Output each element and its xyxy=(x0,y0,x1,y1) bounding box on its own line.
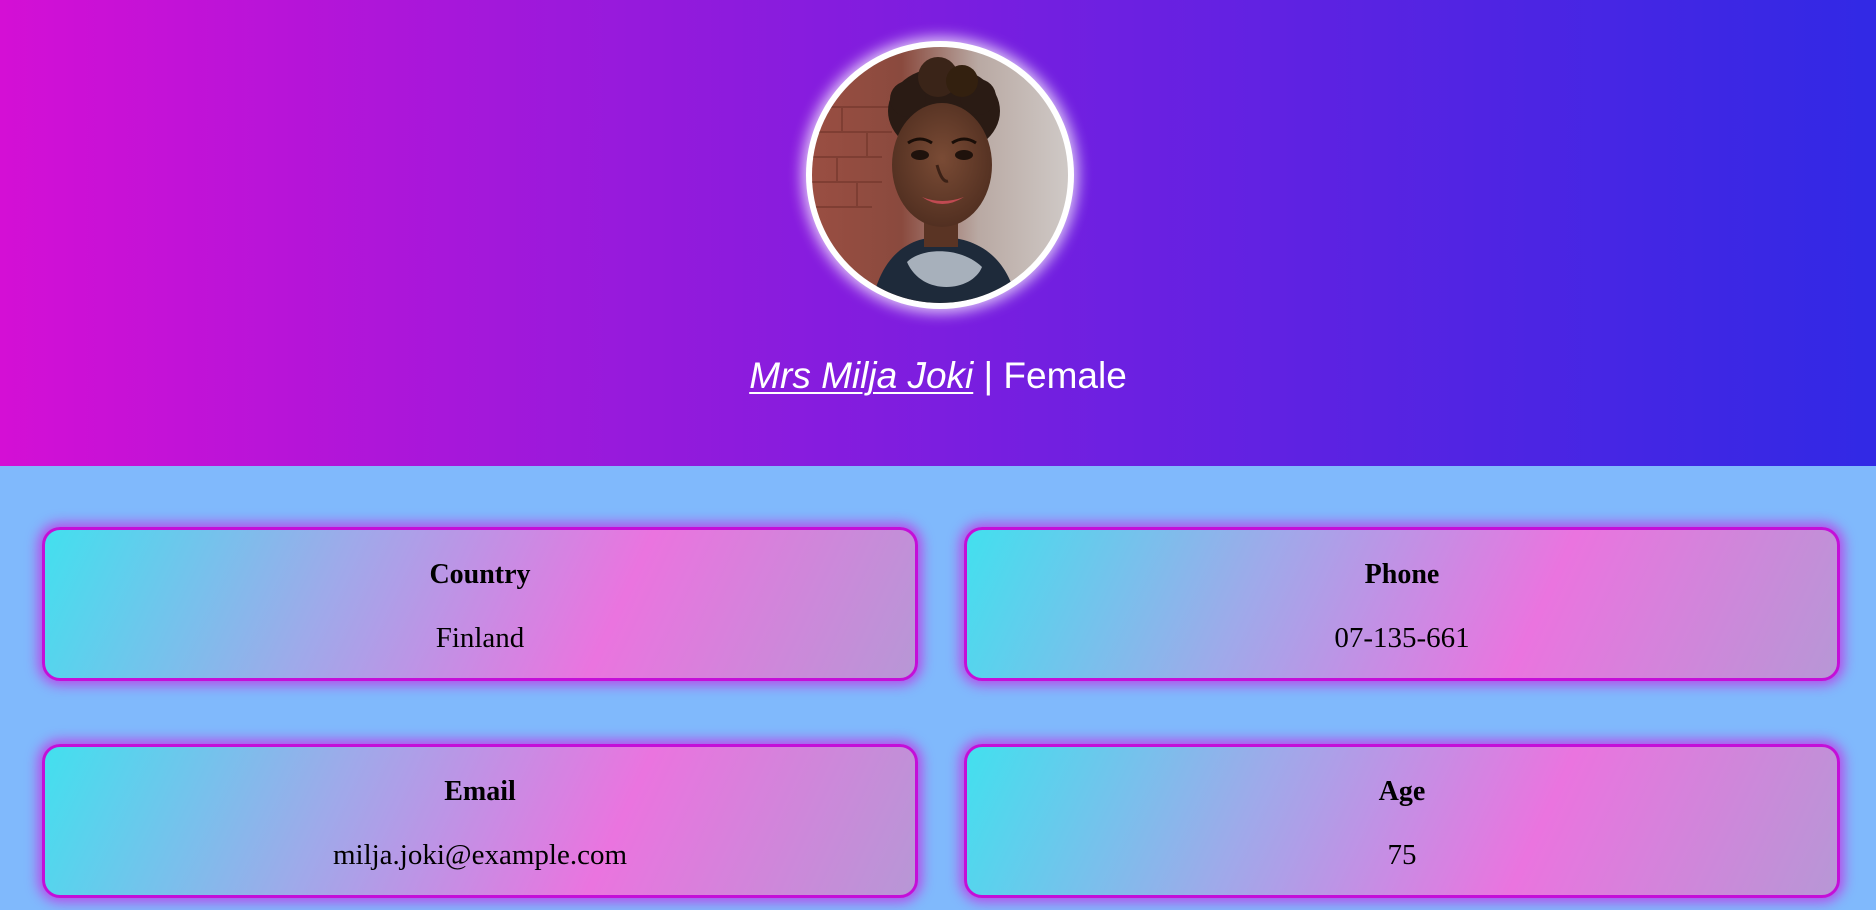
country-value: Finland xyxy=(435,622,525,654)
phone-card: Phone 07-135-661 xyxy=(964,527,1840,681)
avatar-ring xyxy=(806,41,1074,309)
name-separator: | xyxy=(973,355,1004,396)
age-value: 75 xyxy=(1387,839,1417,871)
age-label: Age xyxy=(1378,776,1426,807)
email-card: Email milja.joki@example.com xyxy=(42,744,918,898)
avatar xyxy=(812,47,1068,303)
profile-name-line: Mrs Milja Joki | Female xyxy=(0,350,1876,402)
email-label: Email xyxy=(444,776,516,807)
age-card: Age 75 xyxy=(964,744,1840,898)
phone-label: Phone xyxy=(1364,559,1440,590)
country-card: Country Finland xyxy=(42,527,918,681)
profile-header: Mrs Milja Joki | Female xyxy=(0,0,1876,466)
email-value: milja.joki@example.com xyxy=(332,839,628,871)
profile-photo-icon xyxy=(812,47,1068,303)
profile-name-link[interactable]: Mrs Milja Joki xyxy=(749,355,973,396)
profile-gender: Female xyxy=(1003,355,1127,396)
phone-value: 07-135-661 xyxy=(1334,622,1470,654)
country-label: Country xyxy=(429,559,531,590)
